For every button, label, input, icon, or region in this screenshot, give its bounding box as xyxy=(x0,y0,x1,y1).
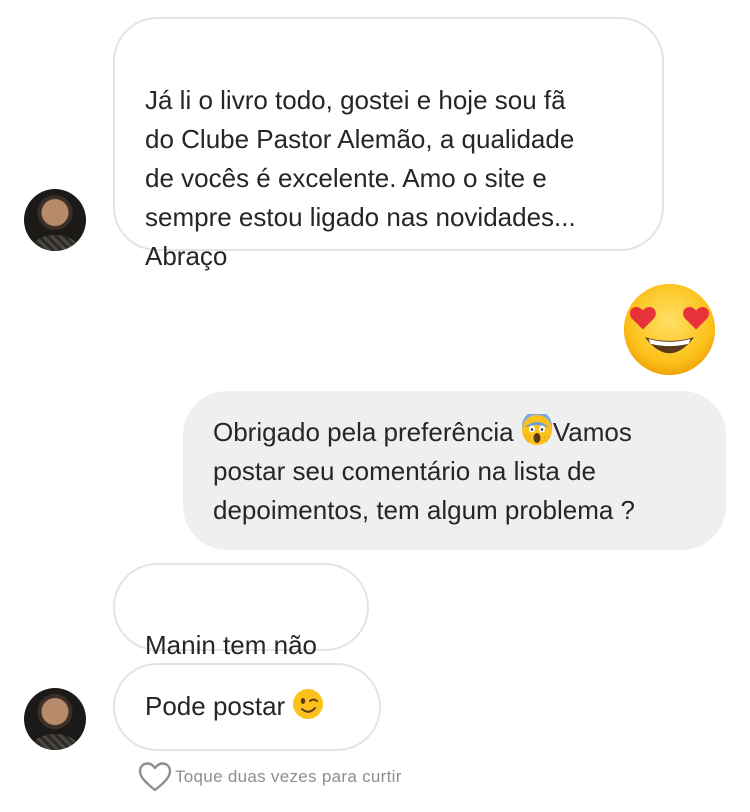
message-text: Já li o livro todo, gostei e hoje sou fã… xyxy=(145,85,576,271)
avatar-shirt xyxy=(32,235,78,251)
incoming-message-bubble[interactable]: Manin tem não xyxy=(113,563,369,660)
sender-avatar[interactable] xyxy=(24,688,86,750)
heart-eyes-emoji-icon[interactable] xyxy=(622,282,717,377)
winking-face-emoji-icon xyxy=(293,689,324,719)
like-hint-text: Toque duas vezes para curtir xyxy=(175,767,402,786)
message-text: Pode postar xyxy=(145,691,293,721)
message-text: Manin tem não xyxy=(145,630,317,660)
incoming-message-bubble[interactable]: Pode postar xyxy=(113,663,381,751)
avatar-shirt xyxy=(32,734,78,750)
incoming-message-bubble[interactable]: Já li o livro todo, gostei e hoje sou fã… xyxy=(113,17,664,271)
outgoing-message-bubble[interactable]: Obrigado pela preferência Vamos postar s… xyxy=(183,391,726,550)
sender-avatar[interactable] xyxy=(24,189,86,251)
heart-outline-icon[interactable] xyxy=(137,761,173,793)
screaming-face-emoji-icon xyxy=(521,414,552,445)
double-tap-like-hint[interactable]: Toque duas vezes para curtir xyxy=(137,760,402,794)
message-text-part1: Obrigado pela preferência xyxy=(213,417,521,447)
